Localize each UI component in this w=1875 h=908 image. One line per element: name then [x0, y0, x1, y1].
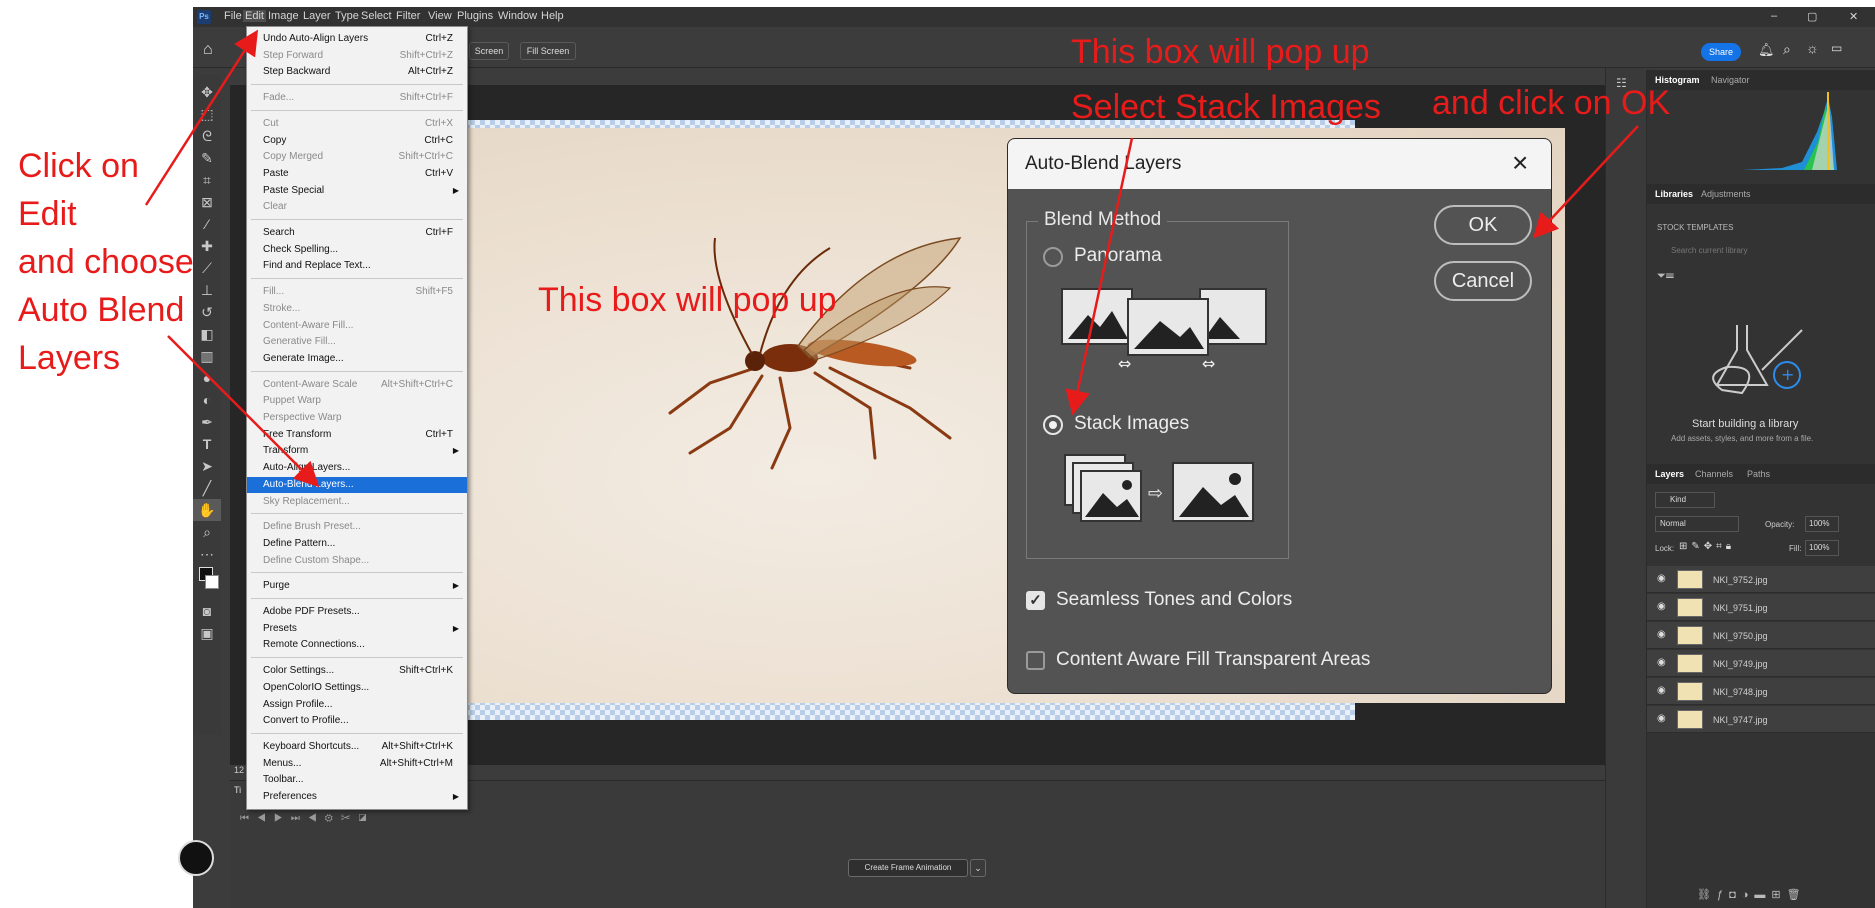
- annotation-arrows: [144, 29, 1639, 488]
- screenshot-root: Ps File Edit Image Layer Type Select Fil…: [0, 0, 1875, 908]
- arrow-to-stack-images: [1065, 137, 1134, 416]
- arrow-to-auto-blend: [167, 335, 320, 488]
- arrow-to-ok-button: [1532, 125, 1639, 239]
- arrow-to-edit-menu: [144, 29, 259, 206]
- cursor-circle: [178, 840, 214, 876]
